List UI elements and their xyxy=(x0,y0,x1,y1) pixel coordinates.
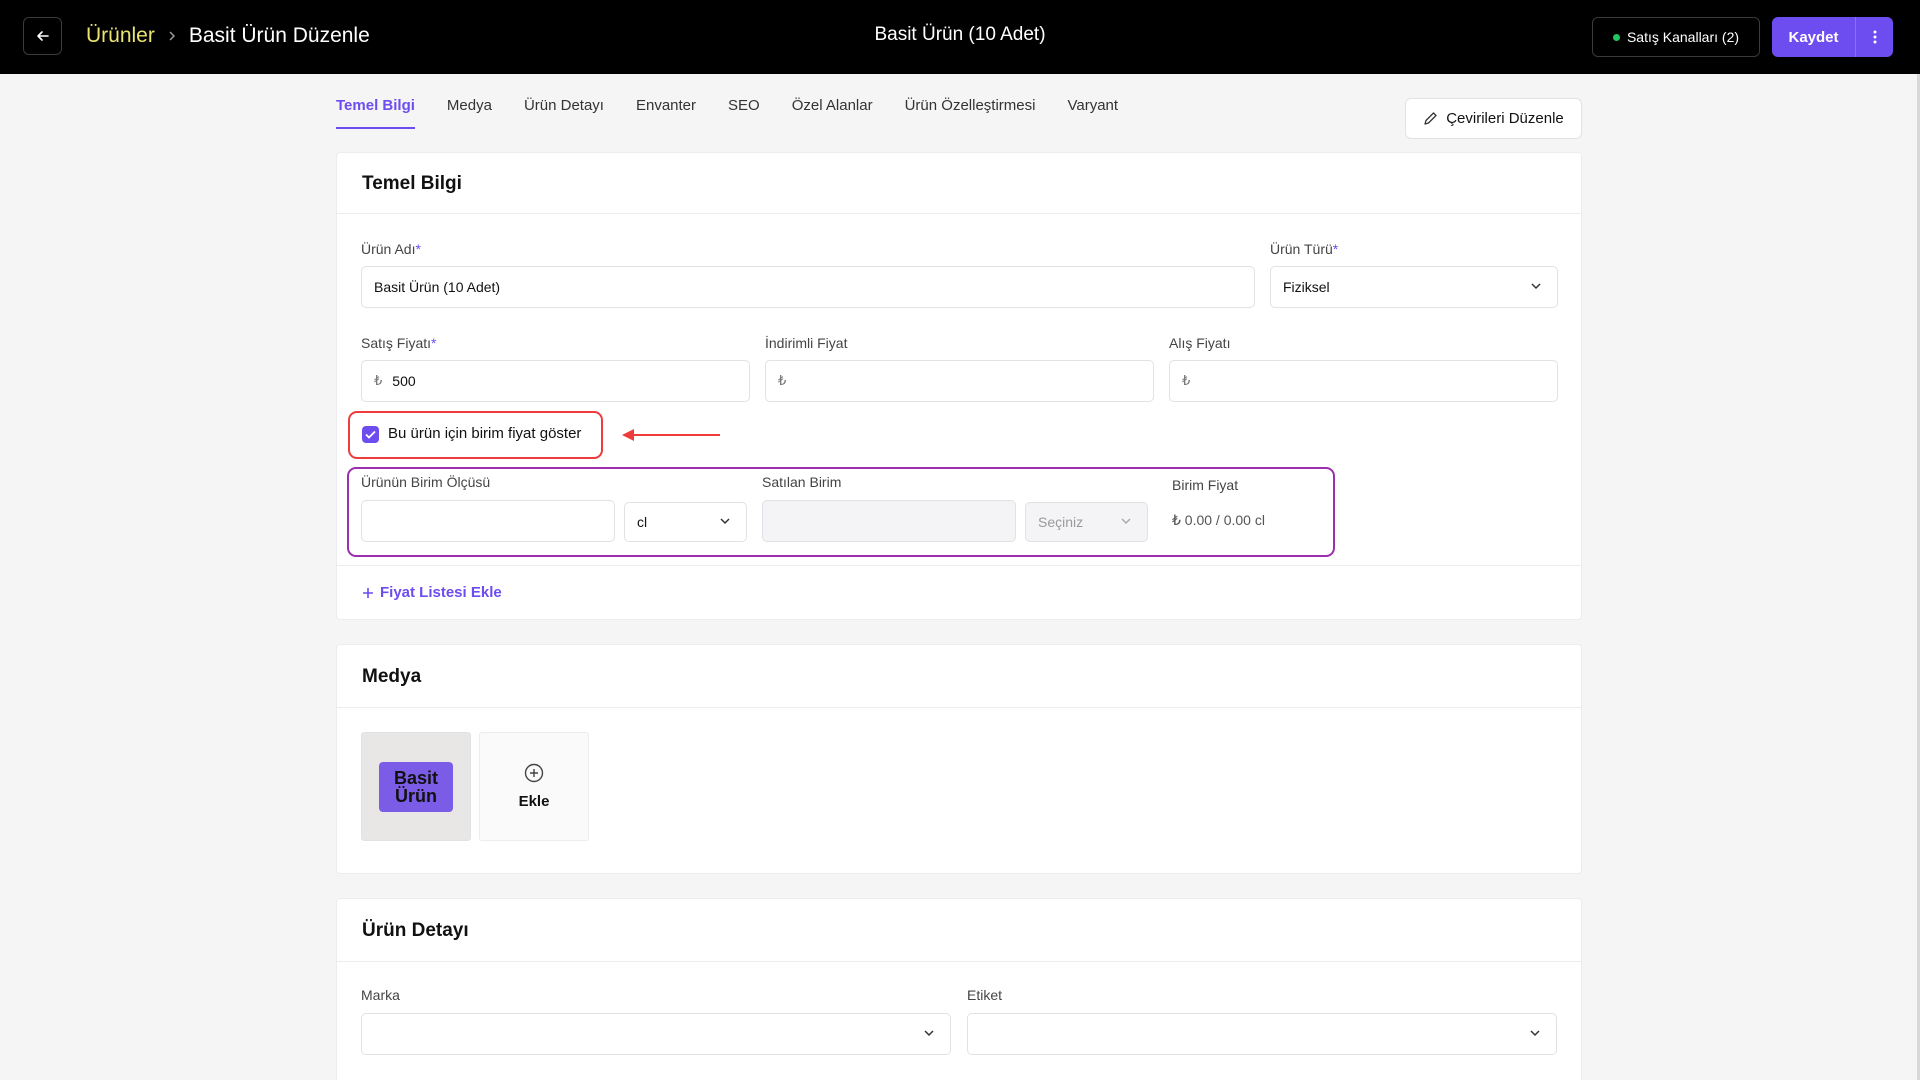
add-price-list-button[interactable]: Fiyat Listesi Ekle xyxy=(362,584,502,601)
chevron-down-icon xyxy=(720,518,730,525)
unit-price-checkbox-label[interactable]: Bu ürün için birim fiyat göster xyxy=(388,425,581,442)
unit-measure-label: Ürünün Birim Ölçüsü xyxy=(361,474,491,490)
section-tabs: Temel Bilgi Medya Ürün Detayı Envanter S… xyxy=(336,97,1118,129)
tab-medya[interactable]: Medya xyxy=(447,97,492,128)
divider xyxy=(337,565,1581,566)
sold-unit-select[interactable]: Seçiniz xyxy=(1025,502,1148,542)
media-title: Medya xyxy=(362,666,422,687)
sold-unit-label: Satılan Birim xyxy=(762,474,842,490)
edit-translations-button[interactable]: Çevirileri Düzenle xyxy=(1405,98,1582,139)
chevron-down-icon xyxy=(924,1030,934,1037)
product-type-label: Ürün Türü* xyxy=(1270,241,1339,257)
sale-price-input[interactable]: ₺ 500 xyxy=(361,360,750,402)
plus-circle-icon xyxy=(524,763,544,783)
unit-measure-input[interactable] xyxy=(361,500,615,542)
annotation-arrow-icon xyxy=(622,429,720,441)
chevron-down-icon xyxy=(1531,283,1541,290)
unit-price-label: Birim Fiyat xyxy=(1172,477,1239,493)
basic-info-title: Temel Bilgi xyxy=(362,173,462,194)
pencil-icon xyxy=(1424,112,1437,125)
unit-price-checkbox[interactable] xyxy=(362,426,379,443)
sold-unit-input[interactable] xyxy=(762,500,1016,542)
product-type-select[interactable]: Fiziksel xyxy=(1270,266,1558,308)
discount-price-label: İndirimli Fiyat xyxy=(765,335,848,351)
currency-symbol: ₺ xyxy=(374,373,383,388)
unit-price-value: ₺ 0.00 / 0.00 cl xyxy=(1172,512,1265,528)
purchase-price-input[interactable]: ₺ xyxy=(1169,360,1558,402)
currency-symbol: ₺ xyxy=(778,373,787,388)
media-thumbnail[interactable]: Basit Ürün xyxy=(361,732,471,841)
save-button[interactable]: Kaydet xyxy=(1772,17,1855,57)
tab-ozel-alanlar[interactable]: Özel Alanlar xyxy=(792,97,873,128)
tab-varyant[interactable]: Varyant xyxy=(1067,97,1118,128)
product-detail-title: Ürün Detayı xyxy=(362,920,469,941)
tab-urun-detayi[interactable]: Ürün Detayı xyxy=(524,97,604,128)
tab-temel-bilgi[interactable]: Temel Bilgi xyxy=(336,97,415,129)
chevron-down-icon xyxy=(1530,1030,1540,1037)
sale-price-label: Satış Fiyatı* xyxy=(361,335,437,351)
more-options-button[interactable] xyxy=(1855,17,1893,57)
tag-select[interactable] xyxy=(967,1013,1557,1055)
tab-seo[interactable]: SEO xyxy=(728,97,760,128)
purchase-price-label: Alış Fiyatı xyxy=(1169,335,1231,351)
currency-symbol: ₺ xyxy=(1182,373,1191,388)
divider xyxy=(337,707,1581,708)
add-price-list-label: Fiyat Listesi Ekle xyxy=(380,584,502,601)
plus-icon xyxy=(363,587,373,598)
divider xyxy=(337,961,1581,962)
edit-translations-label: Çevirileri Düzenle xyxy=(1446,110,1564,127)
sales-channels-button[interactable]: Satış Kanalları (2) xyxy=(1592,17,1760,57)
tab-urun-ozellestirmesi[interactable]: Ürün Özelleştirmesi xyxy=(905,97,1036,128)
chevron-down-icon xyxy=(1121,518,1131,525)
top-bar: Ürünler Basit Ürün Düzenle Basit Ürün (1… xyxy=(0,0,1920,74)
more-vertical-icon xyxy=(1873,30,1876,44)
thumbnail-image: Basit Ürün xyxy=(379,761,453,812)
product-name-label: Ürün Adı* xyxy=(361,241,421,257)
brand-select[interactable] xyxy=(361,1013,951,1055)
sales-channels-label: Satış Kanalları (2) xyxy=(1626,29,1740,45)
unit-measure-unit-select[interactable]: cl xyxy=(624,502,747,542)
tab-envanter[interactable]: Envanter xyxy=(636,97,696,128)
status-dot xyxy=(1612,33,1620,41)
discount-price-input[interactable]: ₺ xyxy=(765,360,1154,402)
add-media-label: Ekle xyxy=(518,793,550,810)
brand-label: Marka xyxy=(361,987,400,1003)
check-icon xyxy=(365,430,376,439)
divider xyxy=(337,213,1581,214)
tag-label: Etiket xyxy=(967,987,1003,1003)
product-name-input[interactable]: Basit Ürün (10 Adet) xyxy=(361,266,1255,308)
add-media-button[interactable]: Ekle xyxy=(479,732,589,841)
save-button-group: Kaydet xyxy=(1772,17,1893,57)
